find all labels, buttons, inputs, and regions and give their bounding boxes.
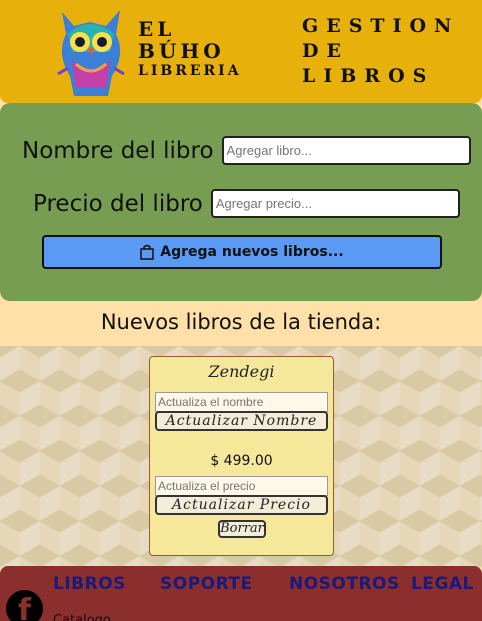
book-price: $ 499.00 [210,453,273,469]
book-title: Zendegi [208,362,275,381]
footer-link-nosotros[interactable]: NOSOTROS [289,574,400,594]
brand-line-1: EL [138,17,176,41]
page-title: GESTION DE LIBROS [302,14,459,89]
update-price-button[interactable]: Actualizar Precio [155,495,328,515]
book-price-input[interactable] [210,189,460,218]
title-line-1: GESTION [302,15,460,37]
delete-button[interactable]: Borrar [218,520,266,538]
owl-logo [57,10,125,96]
update-name-input[interactable] [155,392,328,412]
book-card: Zendegi Actualizar Nombre $ 499.00 Actua… [149,356,334,556]
name-label: Nombre del libro [22,137,214,164]
add-book-button[interactable]: Agrega nuevos libros... [42,235,442,269]
footer-link-legal[interactable]: LEGAL [411,574,474,594]
brand-line-3: LIBRERIA [138,63,242,79]
footer-link-libros[interactable]: LIBROS [53,574,126,594]
name-row: Nombre del libro [22,136,471,165]
price-label: Precio del libro [33,190,203,217]
section-title: Nuevos libros de la tienda: [100,310,382,334]
title-line-3: LIBROS [302,65,435,87]
price-row: Precio del libro [33,189,460,218]
footer-link-soporte[interactable]: SOPORTE [160,574,253,594]
update-price-input[interactable] [155,476,328,496]
title-line-2: DE [302,40,349,62]
site-header: EL BÚHO LIBRERIA GESTION DE LIBROS [0,0,482,103]
add-book-label: Agrega nuevos libros... [160,244,344,260]
facebook-icon[interactable]: f [6,590,43,621]
add-book-form: Nombre del libro Precio del libro Agrega… [0,103,482,301]
site-footer: f LIBROS SOPORTE NOSOTROS LEGAL Catalogo [0,566,482,621]
footer-link-catalogo[interactable]: Catalogo [53,613,111,621]
brand-name: EL BÚHO LIBRERIA [138,18,242,80]
brand-line-2: BÚHO [138,39,225,63]
update-name-button[interactable]: Actualizar Nombre [155,411,328,431]
book-name-input[interactable] [221,136,471,165]
shopping-bag-icon [140,244,155,260]
